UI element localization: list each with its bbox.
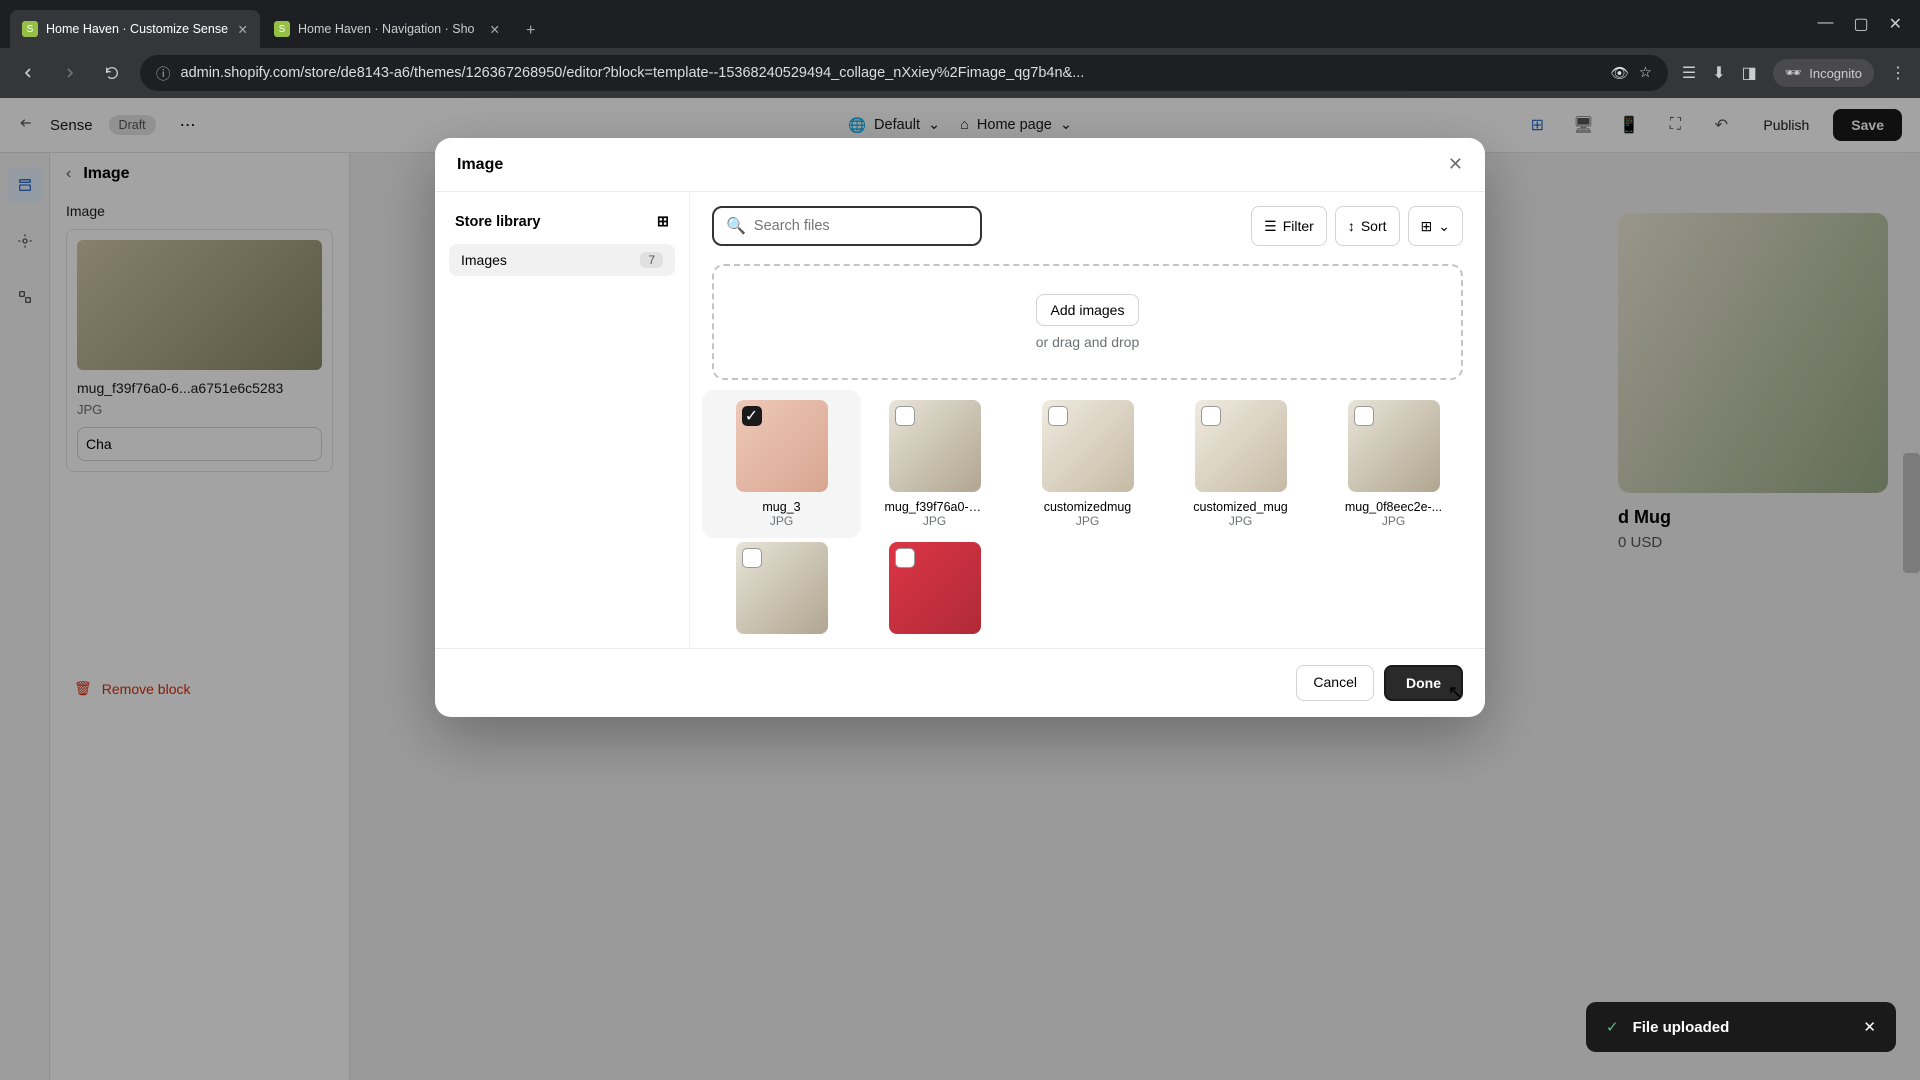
browser-tabs-bar: S Home Haven · Customize Sense ✕ S Home …	[0, 0, 1920, 48]
modal-sidebar: Store library ⊞ Images 7	[435, 192, 690, 648]
sort-icon: ↕	[1348, 218, 1355, 234]
new-tab-button[interactable]: +	[514, 14, 547, 48]
download-icon[interactable]: ⬇	[1712, 63, 1725, 83]
incognito-badge[interactable]: 🕶 Incognito	[1773, 59, 1874, 87]
search-input[interactable]: 🔍	[712, 206, 982, 246]
checkbox-icon[interactable]	[742, 548, 762, 568]
browser-tab[interactable]: S Home Haven · Navigation · Sho ✕	[262, 10, 512, 48]
checkbox-icon[interactable]	[1048, 406, 1068, 426]
shopify-icon: S	[274, 21, 290, 37]
cancel-button[interactable]: Cancel	[1296, 665, 1374, 701]
modal-title: Image	[457, 156, 503, 174]
bookmark-icon[interactable]: ☆	[1639, 65, 1652, 81]
store-library-label: Store library ⊞	[449, 206, 675, 238]
checkbox-icon[interactable]	[1201, 406, 1221, 426]
image-count-badge: 7	[640, 252, 663, 268]
site-info-icon[interactable]: ⓘ	[156, 63, 171, 84]
close-icon[interactable]: ✕	[1448, 154, 1463, 175]
minimize-icon[interactable]: —	[1817, 14, 1833, 34]
file-item[interactable]: mug_f39f76a0-6... JPG	[865, 400, 1004, 528]
drag-drop-label: or drag and drop	[742, 334, 1433, 350]
close-icon[interactable]: ✕	[490, 22, 500, 37]
file-item[interactable]: customizedmug JPG	[1018, 400, 1157, 528]
\u006Eame=: 🕶	[1785, 65, 1802, 81]
modal-overlay: Image ✕ Store library ⊞ Images 7 🔍	[0, 98, 1920, 1080]
file-item[interactable]	[712, 542, 851, 634]
modal-content: 🔍 ☰ Filter ↕ Sort ⊞	[690, 192, 1485, 648]
filter-icon: ☰	[1264, 218, 1277, 235]
side-panel-icon[interactable]: ◨	[1742, 63, 1757, 83]
maximize-icon[interactable]: ▢	[1853, 14, 1868, 34]
url-bar[interactable]: ⓘ admin.shopify.com/store/de8143-a6/them…	[140, 55, 1668, 91]
checkbox-icon[interactable]	[895, 406, 915, 426]
tab-title: Home Haven · Navigation · Sho	[298, 22, 482, 36]
image-grid: ✓ mug_3 JPG mug_f39f76a0-6... JPG custom…	[712, 400, 1463, 634]
grid-icon: ⊞	[1421, 218, 1433, 235]
reading-list-icon[interactable]: ☰	[1682, 63, 1696, 83]
images-filter[interactable]: Images 7	[449, 244, 675, 276]
cursor-icon: ↖	[1448, 682, 1463, 703]
sort-button[interactable]: ↕ Sort	[1335, 206, 1400, 246]
browser-tab[interactable]: S Home Haven · Customize Sense ✕	[10, 10, 260, 48]
search-icon: 🔍	[726, 216, 746, 236]
close-icon[interactable]: ✕	[238, 22, 248, 37]
tab-title: Home Haven · Customize Sense	[46, 22, 230, 36]
image-picker-modal: Image ✕ Store library ⊞ Images 7 🔍	[435, 138, 1485, 717]
close-icon[interactable]: ✕	[1889, 14, 1902, 34]
shopify-icon: S	[22, 21, 38, 37]
reload-button[interactable]	[98, 65, 126, 81]
browser-toolbar: ⓘ admin.shopify.com/store/de8143-a6/them…	[0, 48, 1920, 98]
file-item[interactable]	[865, 542, 1004, 634]
chevron-down-icon: ⌄	[1438, 218, 1450, 235]
file-item[interactable]: mug_0f8eec2e-... JPG	[1324, 400, 1463, 528]
checkbox-icon[interactable]	[1354, 406, 1374, 426]
file-item[interactable]: ✓ mug_3 JPG	[702, 390, 861, 538]
checkbox-icon[interactable]: ✓	[742, 406, 762, 426]
forward-button[interactable]	[56, 65, 84, 81]
hide-password-icon[interactable]: 👁	[1610, 65, 1628, 82]
menu-icon[interactable]: ⋮	[1890, 63, 1906, 83]
back-button[interactable]	[14, 65, 42, 81]
checkbox-icon[interactable]	[895, 548, 915, 568]
upload-dropzone[interactable]: Add images or drag and drop	[712, 264, 1463, 380]
url-text: admin.shopify.com/store/de8143-a6/themes…	[181, 65, 1085, 81]
view-toggle[interactable]: ⊞ ⌄	[1408, 206, 1463, 246]
add-images-button[interactable]: Add images	[1036, 294, 1140, 326]
file-item[interactable]: customized_mug JPG	[1171, 400, 1310, 528]
library-toggle-icon[interactable]: ⊞	[657, 214, 669, 230]
filter-button[interactable]: ☰ Filter	[1251, 206, 1327, 246]
